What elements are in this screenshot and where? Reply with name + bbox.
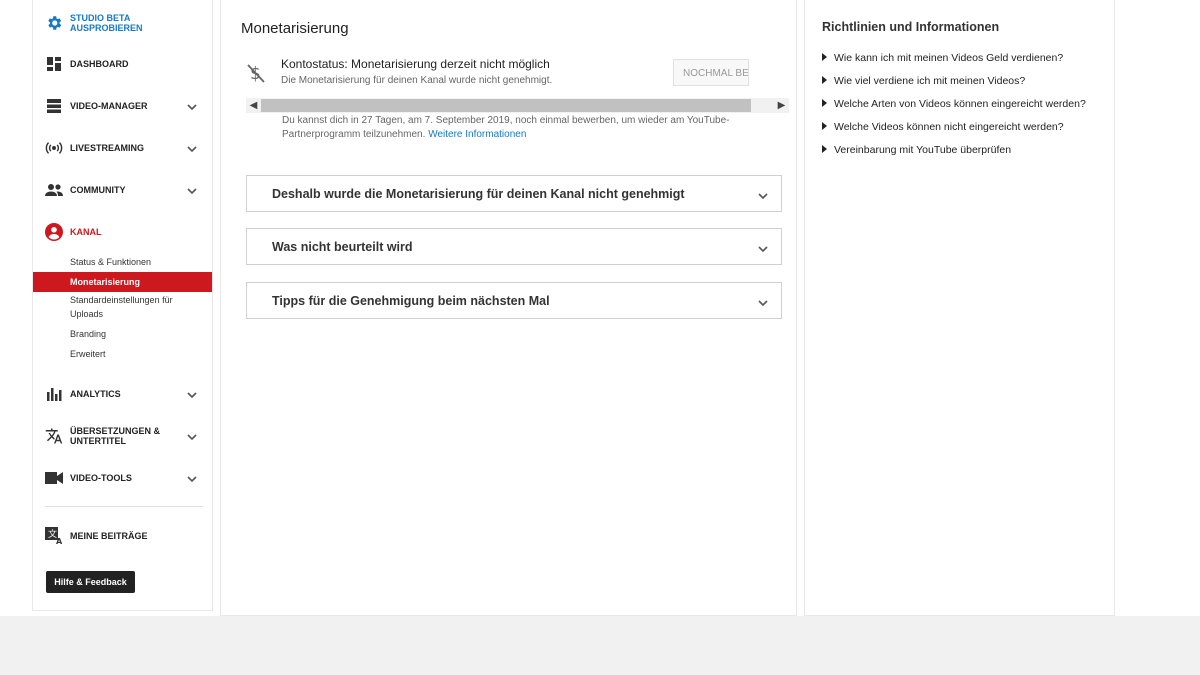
sidebar-item-label: LIVESTREAMING <box>70 143 145 153</box>
info-panel-title: Richtlinien und Informationen <box>822 20 1000 34</box>
info-link-how-much[interactable]: Wie viel verdiene ich mit meinen Videos? <box>822 75 1025 87</box>
sidebar-item-label: KANAL <box>70 227 102 237</box>
subnav-monetarisierung[interactable]: Monetarisierung <box>33 272 212 292</box>
info-link-earn-money[interactable]: Wie kann ich mit meinen Videos Geld verd… <box>822 52 1063 64</box>
more-info-link[interactable]: Weitere Informationen <box>428 129 526 140</box>
subnav-branding[interactable]: Branding <box>33 327 212 341</box>
account-status-subtitle: Die Monetarisierung für deinen Kanal wur… <box>281 75 553 86</box>
svg-text:A: A <box>56 537 63 545</box>
sidebar-item-label: COMMUNITY <box>70 185 126 195</box>
dashboard-icon <box>45 55 63 73</box>
chevron-down-icon <box>186 184 198 196</box>
translate-box-icon: 文A <box>45 527 63 545</box>
info-link-label: Vereinbarung mit YouTube überprüfen <box>834 144 1012 156</box>
chevron-down-icon <box>757 189 769 201</box>
scroll-left-arrow-icon[interactable]: ◀ <box>246 98 261 113</box>
info-link-label: Wie kann ich mit meinen Videos Geld verd… <box>834 52 1064 64</box>
sidebar-item-label: DASHBOARD <box>70 59 129 69</box>
studio-beta-label: STUDIO BETA AUSPROBIEREN <box>70 13 143 33</box>
sidebar-item-meine-beitraege[interactable]: 文A MEINE BEITRÄGE <box>33 522 212 550</box>
subnav-erweitert[interactable]: Erweitert <box>33 347 212 361</box>
sidebar-item-label: ANALYTICS <box>70 389 121 399</box>
account-circle-icon <box>45 223 63 241</box>
money-off-icon: $ <box>246 62 266 84</box>
chevron-down-icon <box>186 472 198 484</box>
triangle-right-icon <box>822 122 827 130</box>
info-link-eligible-videos[interactable]: Welche Arten von Videos können eingereic… <box>822 98 1086 110</box>
info-link-label: Welche Videos können nicht eingereicht w… <box>834 121 1064 133</box>
chevron-down-icon <box>186 430 198 442</box>
triangle-right-icon <box>822 76 827 84</box>
people-icon <box>45 181 63 199</box>
horizontal-scrollbar[interactable]: ◀ ▶ <box>246 98 789 113</box>
account-status-title: Kontostatus: Monetarisierung derzeit nic… <box>281 57 550 71</box>
sidebar-item-label: VIDEO-TOOLS <box>70 473 132 483</box>
page-title: Monetarisierung <box>241 20 349 37</box>
info-link-agreement[interactable]: Vereinbarung mit YouTube überprüfen <box>822 144 1011 156</box>
info-panel: Richtlinien und Informationen Wie kann i… <box>804 0 1115 616</box>
translate-icon <box>45 427 63 445</box>
studio-beta-link[interactable]: STUDIO BETA AUSPROBIEREN <box>33 9 212 37</box>
sidebar-item-community[interactable]: COMMUNITY <box>33 176 212 204</box>
sidebar-item-video-tools[interactable]: VIDEO-TOOLS <box>33 464 212 492</box>
triangle-right-icon <box>822 53 827 61</box>
chevron-down-icon <box>186 142 198 154</box>
scroll-right-arrow-icon[interactable]: ▶ <box>774 98 789 113</box>
accordion-label: Tipps für die Genehmigung beim nächsten … <box>272 294 550 308</box>
chevron-down-icon <box>757 242 769 254</box>
subnav-status-funktionen[interactable]: Status & Funktionen <box>33 255 212 269</box>
info-link-ineligible-videos[interactable]: Welche Videos können nicht eingereicht w… <box>822 121 1064 133</box>
sidebar-divider <box>45 506 203 507</box>
sidebar-item-label: VIDEO-MANAGER <box>70 101 148 111</box>
chevron-down-icon <box>186 388 198 400</box>
triangle-right-icon <box>822 99 827 107</box>
accordion-label: Was nicht beurteilt wird <box>272 240 413 254</box>
sidebar-item-label: ÜBERSETZUNGEN & UNTERTITEL <box>70 426 161 446</box>
video-manager-icon <box>45 97 63 115</box>
live-broadcast-icon <box>45 139 63 157</box>
sidebar-item-kanal[interactable]: KANAL <box>33 218 212 246</box>
help-feedback-button[interactable]: Hilfe & Feedback <box>46 571 135 593</box>
main-panel: Monetarisierung $ Kontostatus: Monetaris… <box>220 0 797 616</box>
subnav-upload-defaults[interactable]: Standardeinstellungen für Uploads <box>33 293 212 321</box>
scrollbar-thumb[interactable] <box>261 99 751 112</box>
bar-chart-icon <box>45 385 63 403</box>
sidebar-item-dashboard[interactable]: DASHBOARD <box>33 50 212 78</box>
sidebar: STUDIO BETA AUSPROBIEREN DASHBOARD VIDEO… <box>32 0 213 611</box>
sidebar-item-video-manager[interactable]: VIDEO-MANAGER <box>33 92 212 120</box>
sidebar-item-label: MEINE BEITRÄGE <box>70 531 148 541</box>
info-link-label: Wie viel verdiene ich mit meinen Videos? <box>834 75 1026 87</box>
sidebar-item-translations[interactable]: ÜBERSETZUNGEN & UNTERTITEL <box>33 422 212 450</box>
info-link-label: Welche Arten von Videos können eingereic… <box>834 98 1086 110</box>
page-footer-area <box>0 616 1200 675</box>
accordion-not-approved-reasons[interactable]: Deshalb wurde die Monetarisierung für de… <box>246 175 782 212</box>
reapply-note: Du kannst dich in 27 Tagen, am 7. Septem… <box>282 114 782 142</box>
video-camera-icon <box>45 469 63 487</box>
accordion-tips[interactable]: Tipps für die Genehmigung beim nächsten … <box>246 282 782 319</box>
sidebar-item-analytics[interactable]: ANALYTICS <box>33 380 212 408</box>
gear-icon <box>45 14 63 32</box>
sidebar-item-livestreaming[interactable]: LIVESTREAMING <box>33 134 212 162</box>
accordion-label: Deshalb wurde die Monetarisierung für de… <box>272 187 685 201</box>
accordion-not-reviewed[interactable]: Was nicht beurteilt wird <box>246 228 782 265</box>
reapply-button[interactable]: NOCHMAL BEANTRAGEN <box>673 59 749 86</box>
triangle-right-icon <box>822 145 827 153</box>
chevron-down-icon <box>757 296 769 308</box>
chevron-down-icon <box>186 100 198 112</box>
